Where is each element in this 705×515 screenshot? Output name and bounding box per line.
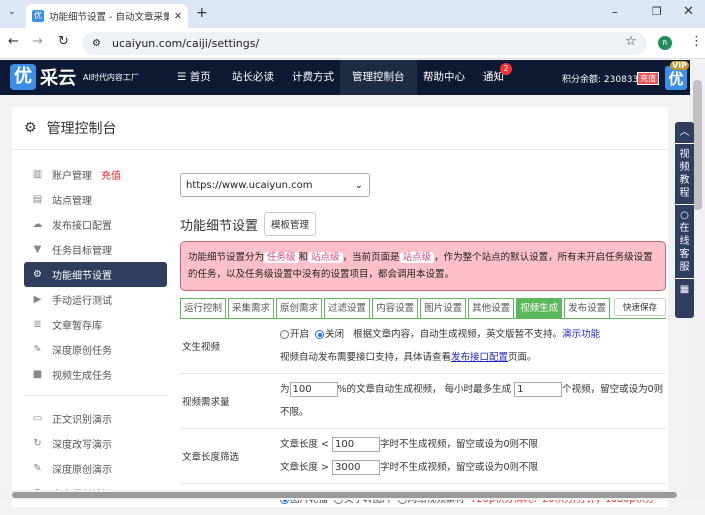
points-balance: 积分余额: 2308333 <box>562 72 644 85</box>
tab-filter[interactable]: 过滤设置 <box>324 298 370 318</box>
logo[interactable]: 优 采云 AI时代内容工厂 <box>10 64 139 90</box>
recharge-button[interactable]: 充值 <box>637 72 659 85</box>
demo-link[interactable]: 演示功能 <box>562 329 600 340</box>
row-text-to-video: 文生视频 开启 关闭 根据文章内容，自动生成视频，英文版暂不支持。演示功能 视频… <box>180 319 666 374</box>
video-camera-icon: ■ <box>32 369 43 380</box>
sidebar-item-publish-api[interactable]: ☁发布接口配置 <box>24 212 167 237</box>
nav-console[interactable]: 管理控制台 <box>340 60 417 95</box>
max-length-input[interactable]: 3000 <box>332 460 380 475</box>
browser-tab[interactable]: 优 功能细节设置 - 自动文章采集 ✕ <box>26 4 188 28</box>
server-icon: ▤ <box>32 194 43 205</box>
floating-help-widget: ︿ 视频教程 ○在线客服 ▦ <box>675 122 694 318</box>
restore-icon[interactable]: ❐ <box>652 5 662 18</box>
tab-original[interactable]: 原创需求 <box>276 298 322 318</box>
tab-video[interactable]: 视频生成 <box>516 298 562 318</box>
sidebar-item-rewrite-demo[interactable]: ↻深度改写演示 <box>24 431 167 456</box>
nav-pricing[interactable]: 计费方式 <box>292 60 334 95</box>
cogs-icon: ⚙ <box>32 269 43 280</box>
chevron-down-icon: ⌄ <box>355 180 363 191</box>
template-manage-button[interactable]: 模板管理 <box>264 212 316 236</box>
filter-icon: ▼ <box>32 244 43 255</box>
radio-on[interactable] <box>280 330 289 339</box>
console-card: ⚙管理控制台 ▥账户管理充值 ▤站点管理 ☁发布接口配置 ▼任务目标管理 ⚙功能… <box>12 107 668 507</box>
monitor-icon: ▭ <box>32 413 43 424</box>
sidebar-item-video-tasks[interactable]: ■视频生成任务 <box>24 362 167 387</box>
close-tab-icon[interactable]: ✕ <box>174 11 182 22</box>
tab-collect[interactable]: 采集需求 <box>228 298 274 318</box>
sidebar-divider <box>24 395 167 396</box>
site-select[interactable]: https://www.ucaiyun.com⌄ <box>180 173 370 197</box>
publish-api-link[interactable]: 发布接口配置 <box>451 352 508 363</box>
info-alert: 功能细节设置分为任务级和站点级，当前页面是站点级，作为整个站点的默认设置，所有未… <box>180 241 666 291</box>
site-info-icon[interactable]: ⚙ <box>92 32 101 55</box>
browser-tab-bar: ⌄ 优 功能细节设置 - 自动文章采集 ✕ + – ❐ ✕ <box>0 0 705 28</box>
menu-icon[interactable]: ⋮ <box>690 34 703 49</box>
recharge-link[interactable]: 充值 <box>101 167 121 182</box>
quick-save-button[interactable]: 快速保存 <box>614 298 666 316</box>
sidebar-item-article-store[interactable]: ≣文章暂存库 <box>24 312 167 337</box>
reload-icon[interactable]: ↻ <box>58 34 69 49</box>
tab-content[interactable]: 内容设置 <box>372 298 418 318</box>
tab-list-chevron-icon[interactable]: ⌄ <box>8 7 16 17</box>
url-input[interactable]: ⚙ucaiyun.com/caiji/settings/ <box>82 32 647 55</box>
nav-must-read[interactable]: 站长必读 <box>232 60 274 95</box>
tab-run-control[interactable]: 运行控制 <box>180 298 226 318</box>
back-icon[interactable]: ← <box>8 34 19 49</box>
sidebar-item-deep-original[interactable]: ✎深度原创任务 <box>24 337 167 362</box>
cloud-upload-icon: ☁ <box>32 219 43 230</box>
sidebar-item-text-extract-demo[interactable]: ▭正文识别演示 <box>24 406 167 431</box>
sidebar-item-sites[interactable]: ▤站点管理 <box>24 187 167 212</box>
gear-icon: ⚙ <box>24 120 37 136</box>
minimize-icon[interactable]: – <box>612 5 618 19</box>
video-tutorial-button[interactable]: 视频教程 <box>675 144 694 205</box>
close-window-icon[interactable]: ✕ <box>683 4 694 19</box>
scroll-top-icon[interactable]: ︿ <box>675 122 694 144</box>
tab-other[interactable]: 其他设置 <box>468 298 514 318</box>
forward-icon[interactable]: → <box>32 34 43 49</box>
sidebar-item-account[interactable]: ▥账户管理充值 <box>24 162 167 187</box>
row-video-demand: 视频需求量 为100%的文章自动生成视频， 每小时最多生成 1个视频，留空或设为… <box>180 374 666 429</box>
page-title: 管理控制台 <box>47 118 117 138</box>
row-length-filter: 文章长度筛选 文章长度 < 100字时不生成视频，留空或设为0则不限 文章长度 … <box>180 429 666 484</box>
edit-icon: ✎ <box>32 463 43 474</box>
radio-off[interactable] <box>315 330 324 339</box>
top-nav: 优 采云 AI时代内容工厂 ☰ 首页 站长必读 计费方式 管理控制台 帮助中心 … <box>0 60 690 95</box>
favicon-icon: 优 <box>32 10 44 22</box>
profile-avatar[interactable]: R <box>658 36 672 50</box>
main-content: https://www.ucaiyun.com⌄ 功能细节设置模板管理 功能细节… <box>180 173 666 515</box>
horizontal-scrollbar[interactable] <box>0 490 690 500</box>
min-length-input[interactable]: 100 <box>332 437 380 452</box>
bar-chart-icon: ▥ <box>32 169 43 180</box>
notice-badge: 2 <box>500 63 512 75</box>
play-circle-icon: ▶ <box>32 294 43 305</box>
sidebar-item-task-targets[interactable]: ▼任务目标管理 <box>24 237 167 262</box>
address-bar: ← → ↻ ⚙ucaiyun.com/caiji/settings/ ☆ R ⋮ <box>0 28 705 59</box>
edit-icon: ✎ <box>32 344 43 355</box>
sidebar-item-manual-run[interactable]: ▶手动运行测试 <box>24 287 167 312</box>
sidebar-item-feature-settings[interactable]: ⚙功能细节设置 <box>24 262 167 287</box>
settings-tabs: 运行控制 采集需求 原创需求 过滤设置 内容设置 图片设置 其他设置 视频生成 … <box>180 297 666 319</box>
section-title: 功能细节设置 <box>180 215 258 234</box>
sidebar-item-original-demo[interactable]: ✎深度原创演示 <box>24 456 167 481</box>
max-per-hour-input[interactable]: 1 <box>514 382 562 397</box>
vip-badge: VIP <box>670 61 689 70</box>
database-icon: ≣ <box>32 319 43 330</box>
new-tab-icon[interactable]: + <box>196 5 208 21</box>
bookmark-star-icon[interactable]: ☆ <box>625 34 637 49</box>
nav-home[interactable]: ☰ 首页 <box>177 60 211 95</box>
percent-input[interactable]: 100 <box>290 382 338 397</box>
sidebar: ▥账户管理充值 ▤站点管理 ☁发布接口配置 ▼任务目标管理 ⚙功能细节设置 ▶手… <box>24 162 167 506</box>
tab-image[interactable]: 图片设置 <box>420 298 466 318</box>
online-service-button[interactable]: ○在线客服 <box>675 205 694 279</box>
refresh-icon: ↻ <box>32 438 43 449</box>
nav-help[interactable]: 帮助中心 <box>423 60 465 95</box>
qrcode-icon[interactable]: ▦ <box>675 279 694 300</box>
tab-publish[interactable]: 发布设置 <box>564 298 610 318</box>
headset-icon: ○ <box>680 210 689 221</box>
